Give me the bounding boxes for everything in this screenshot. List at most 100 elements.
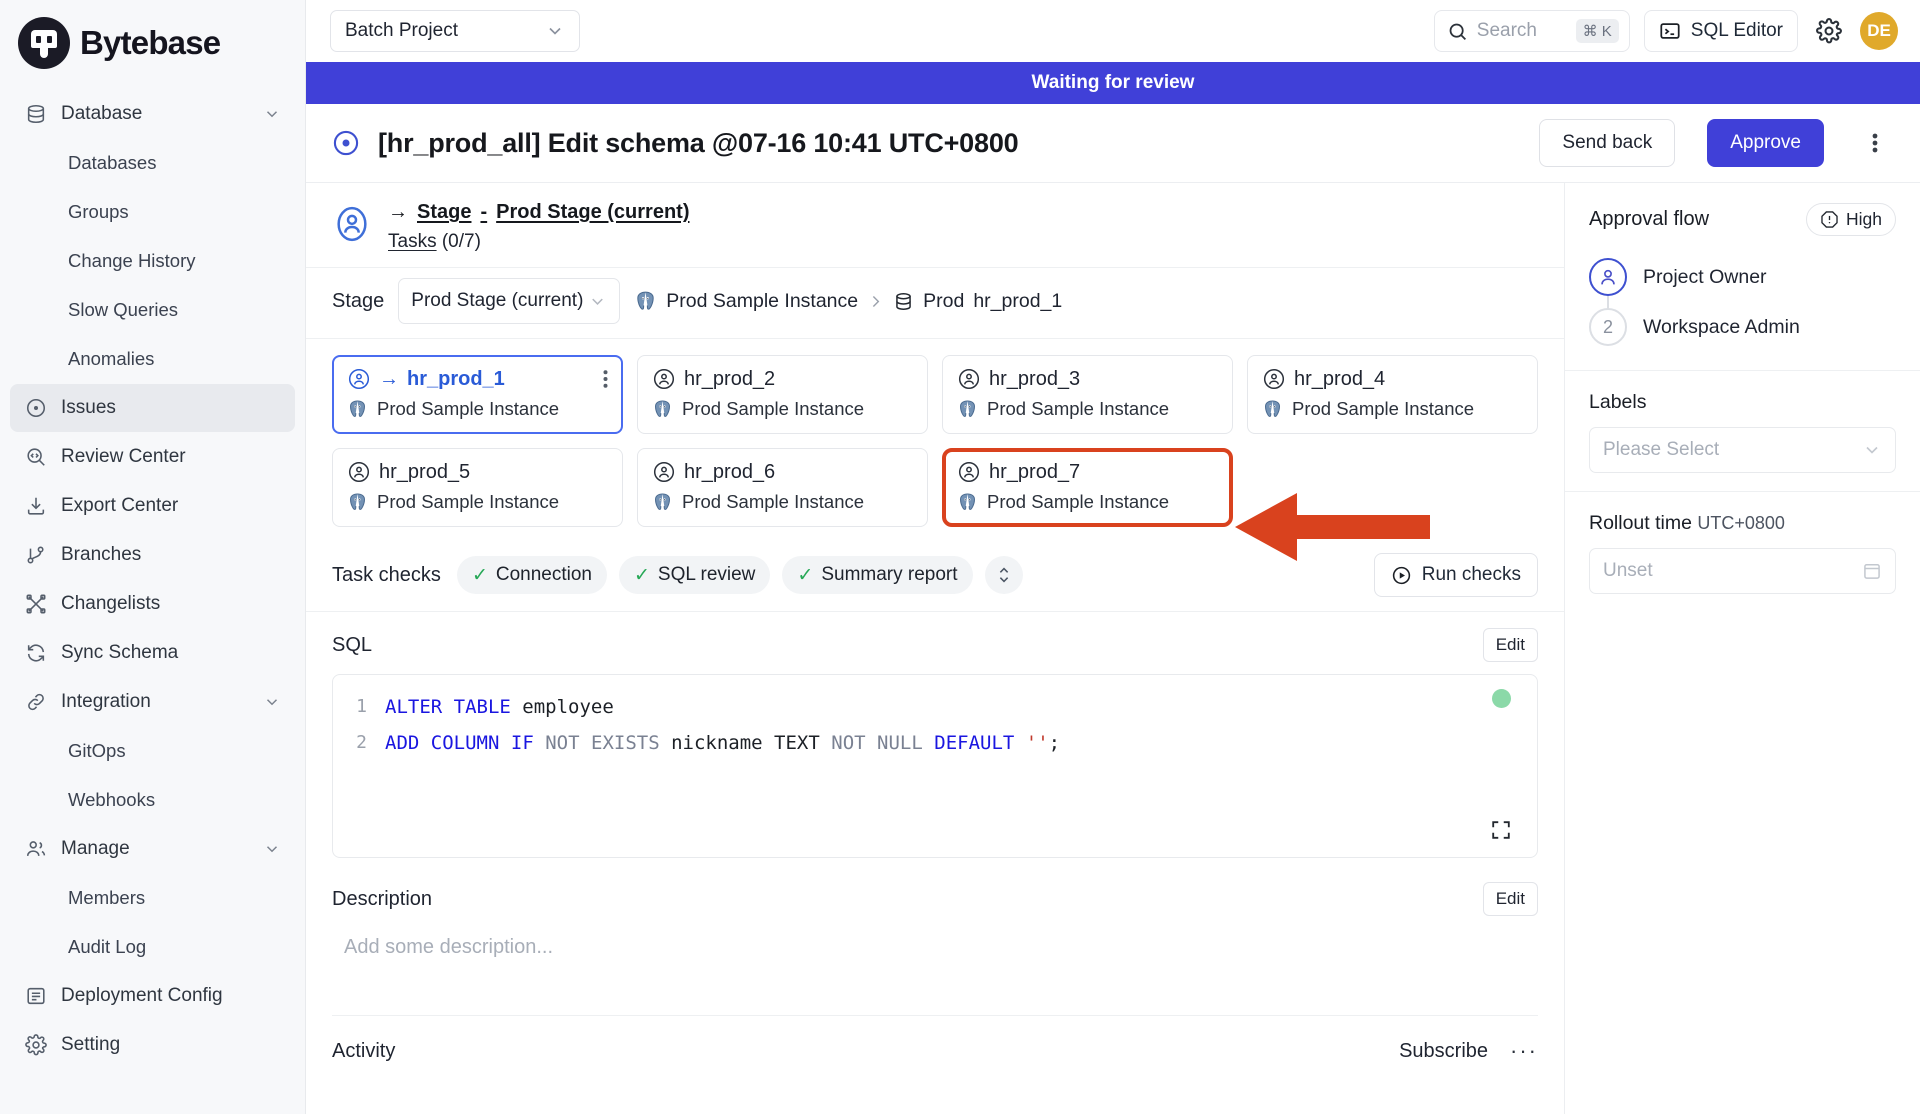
sidebar-item-webhooks[interactable]: Webhooks	[10, 776, 295, 824]
rollout-time-section: Rollout time UTC+0800 Unset	[1565, 492, 1920, 612]
task-instance-name: Prod Sample Instance	[987, 398, 1170, 419]
stage-dropdown[interactable]: Prod Stage (current)	[398, 278, 621, 324]
subscribe-button[interactable]: Subscribe	[1399, 1040, 1488, 1063]
content-split: → Stage - Prod Stage (current) Tasks (0/…	[306, 183, 1920, 1114]
sidebar-item-gitops[interactable]: GitOps	[10, 727, 295, 775]
sidebar-item-label: Members	[68, 887, 146, 908]
task-card[interactable]: hr_prod_4 Prod Sample Instance	[1247, 355, 1538, 434]
task-status-icon	[957, 367, 981, 391]
sql-code-block[interactable]: 1 ALTER TABLE employee 2 ADD COLUMN IF NOT …	[332, 674, 1538, 858]
stage-header: → Stage - Prod Stage (current) Tasks (0/…	[306, 183, 1564, 267]
sidebar-item-label: Audit Log	[68, 936, 147, 957]
activity-more-button[interactable]: ···	[1510, 1038, 1538, 1064]
sidebar-item-groups[interactable]: Groups	[10, 188, 295, 236]
stage-summary: → Stage - Prod Stage (current) Tasks (0/…	[388, 201, 690, 253]
sidebar-item-members[interactable]: Members	[10, 874, 295, 922]
bytebase-logo-icon	[18, 17, 70, 69]
sidebar-item-label: Branches	[61, 544, 142, 565]
labels-select[interactable]: Please Select	[1589, 427, 1896, 473]
sidebar-item-sync-schema[interactable]: Sync Schema	[10, 629, 295, 677]
task-name: hr_prod_4	[1294, 367, 1386, 390]
task-card[interactable]: hr_prod_5 Prod Sample Instance	[332, 448, 623, 527]
sidebar-item-manage[interactable]: Manage	[10, 825, 295, 873]
task-status-icon	[347, 460, 371, 484]
check-icon: ✓	[471, 564, 488, 586]
tasks-line[interactable]: Tasks (0/7)	[388, 231, 690, 253]
labels-placeholder: Please Select	[1603, 439, 1720, 460]
breadcrumb-instance[interactable]: Prod Sample Instance	[666, 290, 858, 313]
check-chip-summary-report[interactable]: ✓ Summary report	[782, 556, 973, 594]
search-placeholder: Search	[1476, 20, 1537, 41]
project-selector[interactable]: Batch Project	[330, 10, 580, 52]
sql-section-head: SQL Edit	[332, 628, 1538, 662]
check-chip-connection[interactable]: ✓ Connection	[456, 556, 607, 594]
task-instance-name: Prod Sample Instance	[682, 398, 865, 419]
sync-schema-icon	[24, 641, 48, 665]
stage-dash: -	[480, 201, 488, 223]
project-selector-value: Batch Project	[345, 20, 458, 41]
postgres-icon	[957, 492, 978, 513]
settings-gear-button[interactable]	[1812, 14, 1846, 48]
task-card[interactable]: hr_prod_6 Prod Sample Instance	[637, 448, 928, 527]
task-checks-label: Task checks	[332, 563, 441, 586]
check-chip-sql-review[interactable]: ✓ SQL review	[618, 556, 771, 594]
approve-button[interactable]: Approve	[1707, 119, 1824, 167]
alert-octagon-icon	[1820, 210, 1839, 229]
task-name: hr_prod_1	[407, 367, 505, 390]
terminal-icon	[1659, 20, 1681, 42]
description-placeholder[interactable]: Add some description...	[332, 928, 1538, 999]
task-card[interactable]: hr_prod_7 Prod Sample Instance	[942, 448, 1233, 527]
sidebar-item-review-center[interactable]: Review Center	[10, 433, 295, 481]
rollout-time-input[interactable]: Unset	[1589, 548, 1896, 594]
sidebar-item-deployment-config[interactable]: Deployment Config	[10, 972, 295, 1020]
task-card-header: hr_prod_2	[652, 367, 913, 391]
sidebar-item-export-center[interactable]: Export Center	[10, 482, 295, 530]
sidebar-item-databases[interactable]: Databases	[10, 139, 295, 187]
sidebar-item-change-history[interactable]: Change History	[10, 237, 295, 285]
sidebar-item-label: Groups	[68, 201, 129, 222]
task-name: hr_prod_5	[379, 460, 471, 483]
task-card[interactable]: → hr_prod_1 Prod Sample Instance	[332, 355, 623, 434]
sidebar-item-branches[interactable]: Branches	[10, 531, 295, 579]
breadcrumb-db[interactable]: hr_prod_1	[973, 290, 1062, 313]
sidebar-item-anomalies[interactable]: Anomalies	[10, 335, 295, 383]
sql-line: 1 ALTER TABLE employee	[333, 689, 1537, 725]
run-checks-button[interactable]: Run checks	[1373, 553, 1538, 597]
sql-editor-label: SQL Editor	[1690, 20, 1783, 41]
sql-token: ;	[1048, 732, 1061, 754]
user-avatar[interactable]: DE	[1860, 12, 1898, 50]
task-card[interactable]: hr_prod_2 Prod Sample Instance	[637, 355, 928, 434]
sidebar-item-database[interactable]: Database	[10, 90, 295, 138]
sql-token: EXISTS	[591, 732, 660, 754]
priority-badge: High	[1806, 203, 1896, 236]
sidebar-item-issues[interactable]: Issues	[10, 384, 295, 432]
stage-title-line[interactable]: → Stage - Prod Stage (current)	[388, 201, 690, 224]
sidebar-item-setting[interactable]: Setting	[10, 1021, 295, 1069]
issue-more-menu-button[interactable]	[1858, 126, 1892, 160]
send-back-button[interactable]: Send back	[1539, 119, 1676, 167]
sidebar-item-changelists[interactable]: Changelists	[10, 580, 295, 628]
task-status-icon	[957, 460, 981, 484]
search-icon	[1447, 21, 1468, 42]
expand-checks-button[interactable]	[984, 556, 1023, 594]
task-card[interactable]: hr_prod_3 Prod Sample Instance	[942, 355, 1233, 434]
sidebar-item-label: Changelists	[61, 593, 161, 614]
sidebar-item-integration[interactable]: Integration	[10, 678, 295, 726]
sidebar-item-slow-queries[interactable]: Slow Queries	[10, 286, 295, 334]
topbar: Batch Project Search ⌘ K SQL Editor DE	[306, 0, 1920, 62]
review-center-icon	[24, 445, 48, 469]
sql-editor-button[interactable]: SQL Editor	[1643, 10, 1798, 52]
task-card-instance-row: Prod Sample Instance	[957, 491, 1218, 513]
task-card-more-button[interactable]	[603, 369, 608, 389]
sql-title: SQL	[332, 633, 373, 656]
description-edit-button[interactable]: Edit	[1482, 882, 1538, 916]
search-input[interactable]: Search ⌘ K	[1433, 10, 1630, 52]
expand-fullscreen-icon[interactable]	[1490, 819, 1512, 841]
sql-edit-button[interactable]: Edit	[1482, 628, 1538, 662]
postgres-icon	[634, 290, 657, 313]
brand-logo-area[interactable]: Bytebase	[0, 0, 305, 86]
sidebar-item-audit-log[interactable]: Audit Log	[10, 923, 295, 971]
